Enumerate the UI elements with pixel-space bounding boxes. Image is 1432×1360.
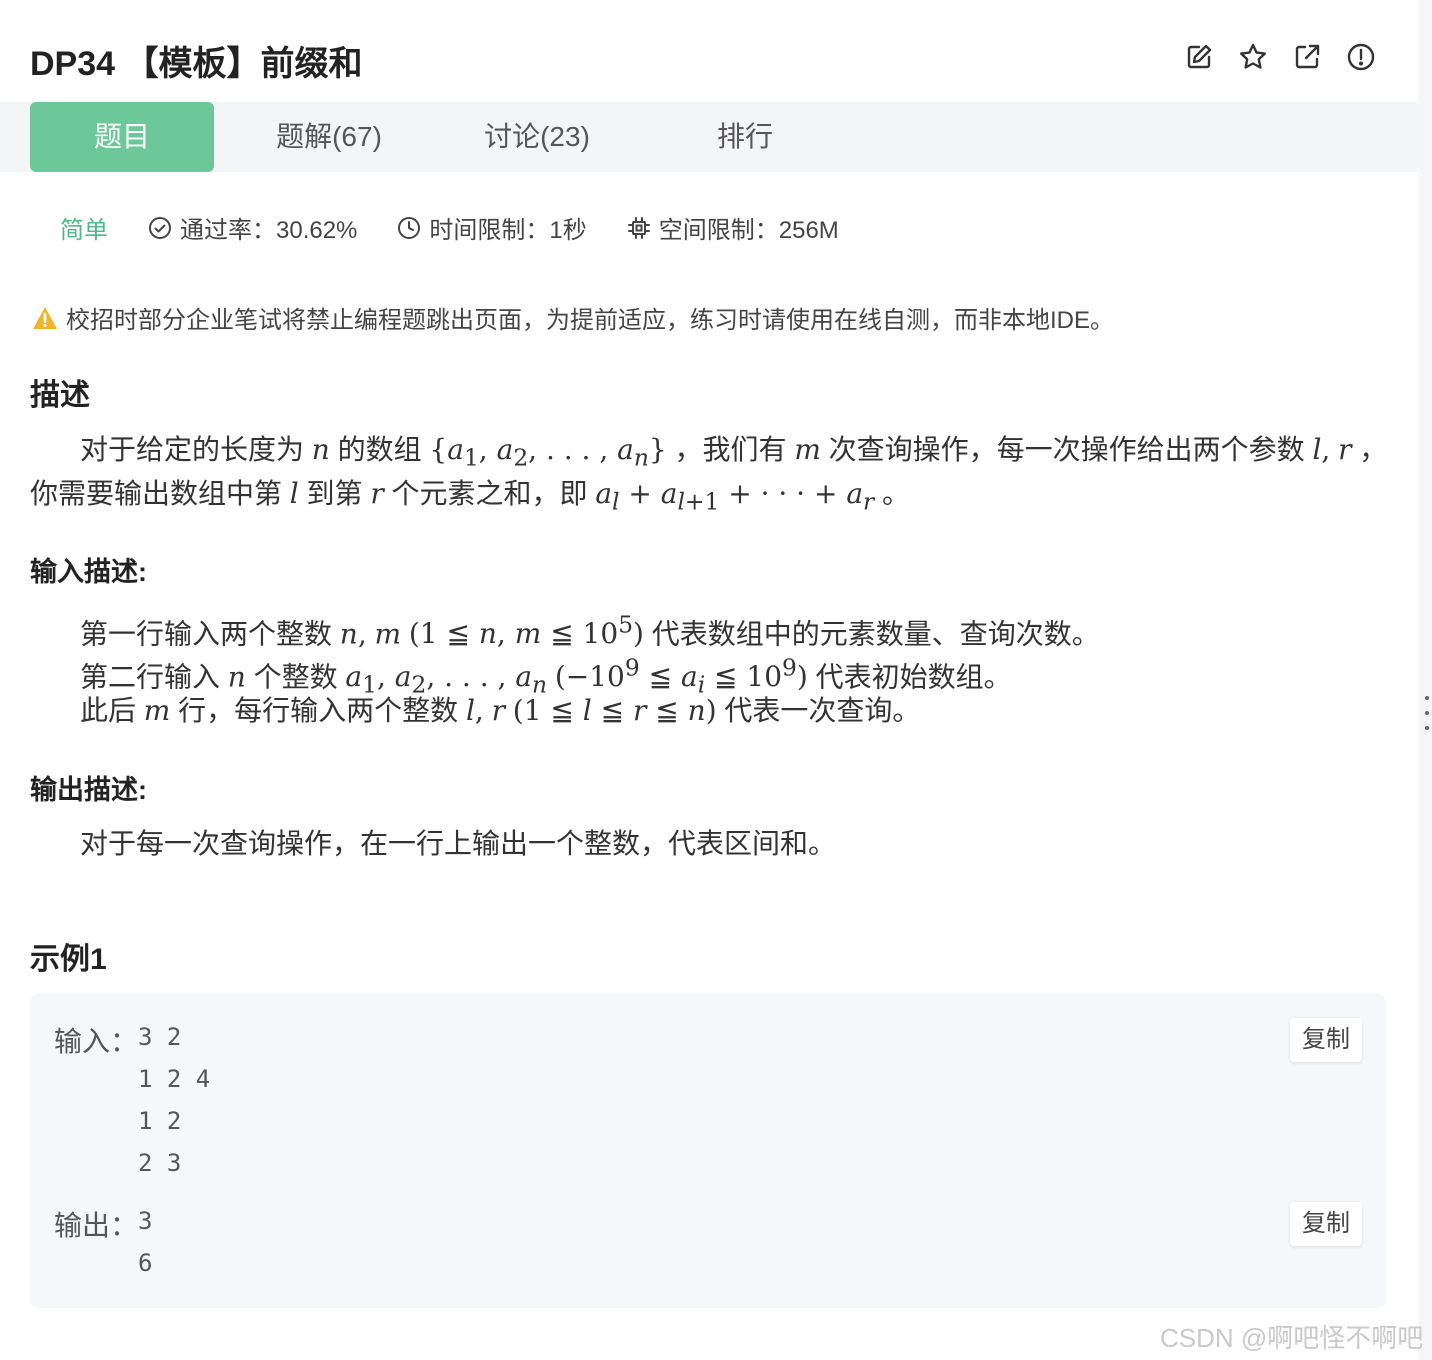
example-output-label: 输出：: [54, 1210, 139, 1241]
star-icon[interactable]: [1236, 40, 1270, 74]
clock-icon: [398, 216, 421, 239]
input-line: 2 3: [138, 1149, 182, 1177]
time-limit: 时间限制：1秒: [397, 210, 587, 245]
space-limit: 空间限制：256M: [627, 210, 839, 245]
report-icon[interactable]: [1344, 40, 1378, 74]
warning-icon: [33, 306, 57, 329]
input-desc-heading: 输入描述:: [30, 557, 147, 587]
example-input-label: 输入：: [54, 1026, 139, 1057]
problem-meta: 简单 通过率：30.62% 时间限制：1秒 空间限制：256M: [60, 210, 879, 245]
output-desc-heading: 输出描述:: [30, 775, 147, 805]
edit-icon[interactable]: [1182, 40, 1216, 74]
check-circle-icon: [149, 216, 171, 239]
input-line: 1 2 4: [138, 1065, 211, 1093]
problem-title: DP34 【模板】前缀和: [30, 45, 363, 83]
tab-solutions[interactable]: 题解(67): [244, 102, 414, 172]
output-line: 6: [138, 1249, 153, 1277]
space-limit-text: 空间限制：256M: [658, 217, 839, 244]
pass-rate-text: 通过率：30.62%: [180, 217, 358, 244]
input-line: 3 2: [138, 1023, 182, 1051]
time-limit-text: 时间限制：1秒: [429, 217, 587, 244]
right-scroll-strip: [1418, 0, 1432, 1360]
example-heading: 示例1: [30, 943, 107, 976]
output-line: 3: [138, 1207, 153, 1235]
example-output-lines[interactable]: 36: [138, 1200, 152, 1284]
watermark: CSDN @啊吧怪不啊吧: [1160, 1323, 1424, 1353]
problem-toolbar: [1182, 40, 1378, 74]
exam-warning: 校招时部分企业笔试将禁止编程题跳出页面，为提前适应，练习时请使用在线自测，而非本…: [32, 300, 1114, 335]
pass-rate: 通过率：30.62%: [148, 210, 357, 245]
problem-tabs: 题目 题解(67) 讨论(23) 排行: [0, 102, 1418, 172]
description-heading: 描述: [30, 379, 90, 412]
example-box: 输入： 3 21 2 41 22 3 复制 输出： 36 复制: [30, 994, 1386, 1308]
copy-input-button[interactable]: 复制: [1290, 1018, 1362, 1062]
copy-output-button[interactable]: 复制: [1290, 1202, 1362, 1246]
share-icon[interactable]: [1290, 40, 1324, 74]
panel-resize-handle[interactable]: [1424, 696, 1430, 730]
tab-problem[interactable]: 题目: [30, 102, 214, 172]
input-desc-line-3: 此后 m 行，每行输入两个整数 l, r (1 ≦ l ≦ r ≦ n) 代表一…: [80, 694, 921, 727]
input-line: 1 2: [138, 1107, 182, 1135]
chip-icon: [627, 216, 650, 239]
tab-discussion[interactable]: 讨论(23): [452, 102, 622, 172]
warning-text: 校招时部分企业笔试将禁止编程题跳出页面，为提前适应，练习时请使用在线自测，而非本…: [66, 307, 1115, 334]
difficulty-badge: 简单: [60, 217, 108, 244]
example-input-lines[interactable]: 3 2 1 2 4 1 2 2 3: [138, 1016, 210, 1184]
tab-ranking[interactable]: 排行: [660, 102, 830, 172]
output-desc-text: 对于每一次查询操作，在一行上输出一个整数，代表区间和。: [80, 828, 837, 859]
description-line-2: 你需要输出数组中第 l 到第 r 个元素之和，即 al + al+1 + · ·…: [30, 477, 910, 516]
